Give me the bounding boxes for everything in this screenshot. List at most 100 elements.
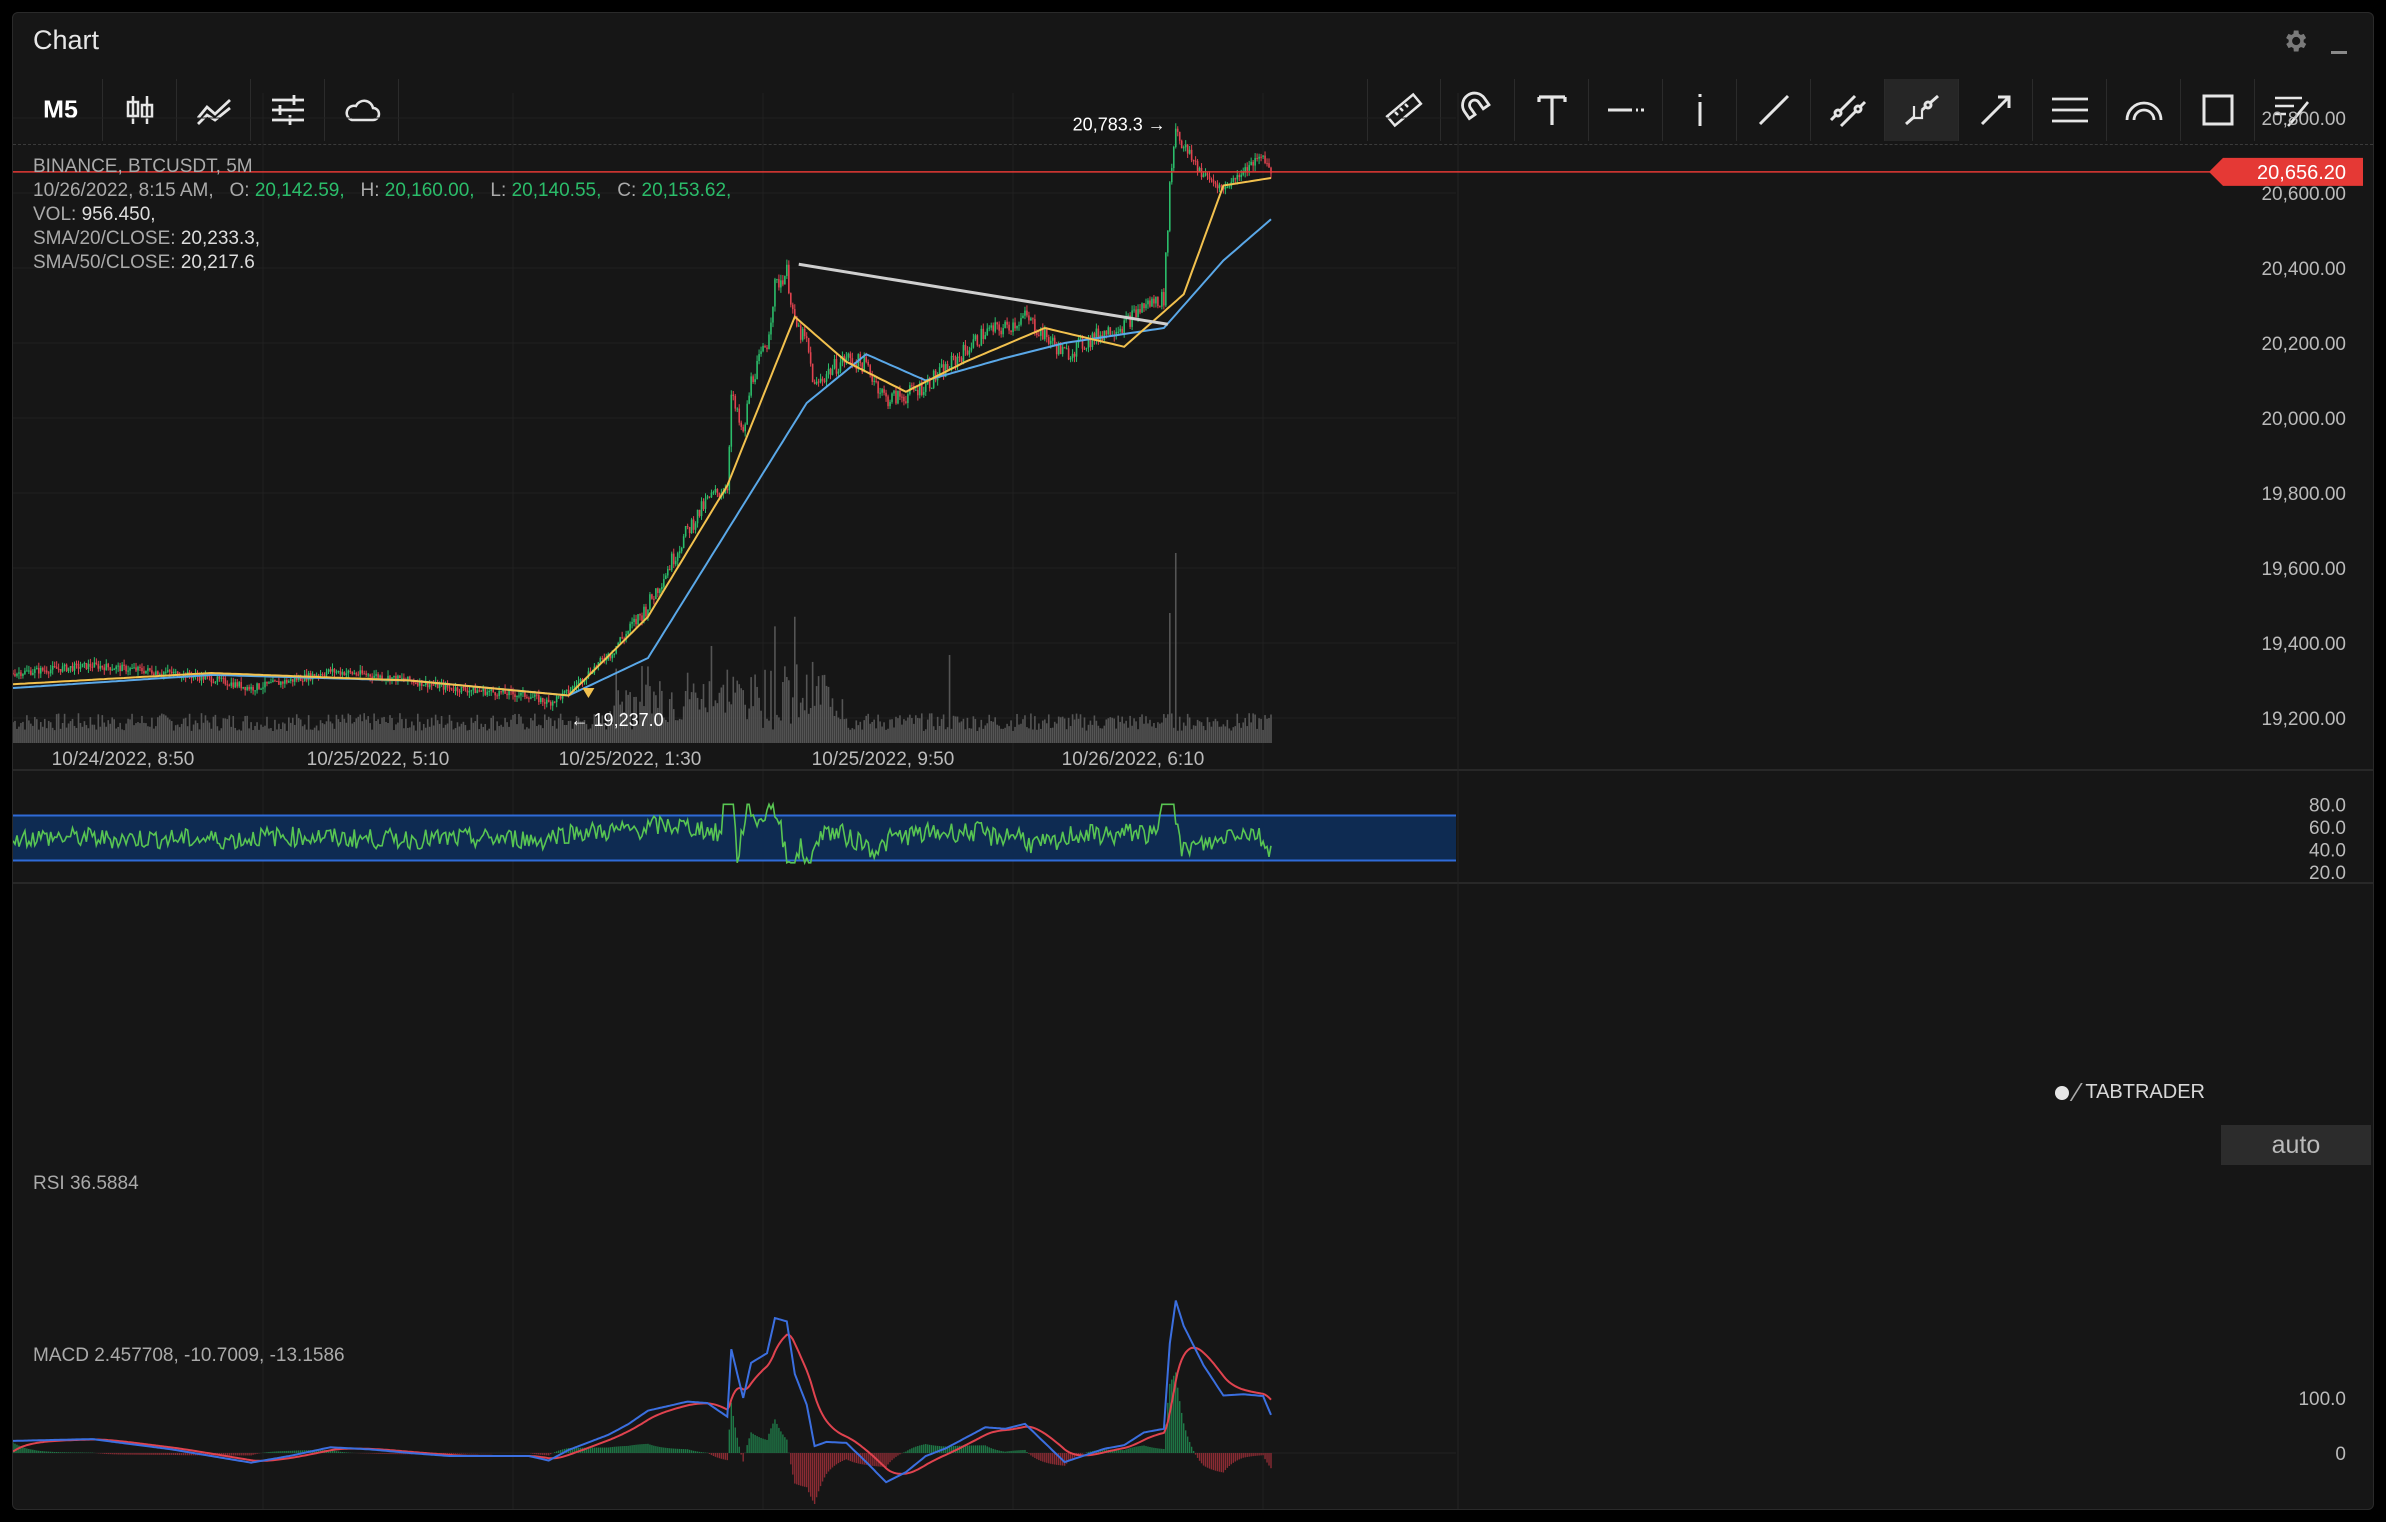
candle-body <box>1071 353 1074 359</box>
candle-body <box>107 663 110 668</box>
candle-body <box>61 666 64 672</box>
price-axis-tick: 20,200.00 <box>2261 334 2346 355</box>
candle-body <box>538 694 540 703</box>
volume-label: VOL: <box>33 204 77 225</box>
price-axis-tick: 19,600.00 <box>2261 559 2346 580</box>
candle-body <box>827 368 830 374</box>
candle-body <box>1032 318 1034 320</box>
candle-body <box>766 347 768 350</box>
candle-body <box>1204 173 1207 175</box>
candle-body <box>141 668 143 672</box>
candle-body <box>1196 161 1199 172</box>
rsi-axis-tick: 40.0 <box>2309 840 2346 861</box>
candle-body <box>665 575 667 580</box>
candle-body <box>232 682 235 688</box>
candle-body <box>264 681 266 688</box>
candle-body <box>244 686 246 691</box>
candle-body <box>1012 322 1014 333</box>
candle-body <box>551 701 554 706</box>
candle-body <box>643 606 645 621</box>
candle-body <box>1262 155 1264 157</box>
candle-body <box>432 684 435 686</box>
candle-body <box>1053 337 1056 345</box>
candle-body <box>369 674 371 677</box>
candle-body <box>950 355 953 369</box>
candle-body <box>55 666 58 669</box>
candle-body <box>982 328 985 339</box>
candle-body <box>462 687 465 689</box>
close-label: C: <box>617 180 637 201</box>
candle-body <box>1109 327 1112 336</box>
trend-line[interactable] <box>798 262 1169 326</box>
candle-body <box>101 665 104 668</box>
candle-body <box>83 662 86 664</box>
candle-body <box>85 662 88 670</box>
candle-body <box>242 686 244 689</box>
candle-body <box>163 672 165 675</box>
candle-body <box>1174 128 1177 147</box>
candle-body <box>30 670 32 675</box>
candle-body <box>639 614 641 616</box>
candle-body <box>399 675 401 679</box>
candle-body <box>1061 347 1064 355</box>
candle-body <box>337 671 340 673</box>
candle-body <box>756 360 758 380</box>
candle-body <box>865 357 868 362</box>
candle-body <box>448 687 451 689</box>
high-marker: 20,783.3 → <box>1073 114 1166 134</box>
candle-body <box>649 594 651 610</box>
candle-body <box>1008 324 1010 331</box>
brand-text: TABTRADER <box>2085 1081 2205 1103</box>
candle-body <box>708 496 711 498</box>
candle-body <box>77 663 80 669</box>
candle-body <box>168 670 171 672</box>
candle-body <box>361 670 364 674</box>
candle-body <box>557 696 560 698</box>
candle-body <box>268 682 270 684</box>
symbol-label: BINANCE, BTCUSDT, 5M <box>33 156 253 177</box>
candle-body <box>657 588 659 593</box>
candle-body <box>1147 300 1149 305</box>
candle-body <box>1161 292 1163 307</box>
candle-body <box>774 279 776 307</box>
candle-body <box>829 368 832 375</box>
candle-body <box>286 680 288 683</box>
candle-body <box>133 667 135 669</box>
candle-body <box>1212 179 1215 183</box>
candle-body <box>323 675 326 677</box>
chart-window: Chart M5 20,800.00 20,600.00 20,400.00 2… <box>12 12 2374 1510</box>
macd-axis-tick: 0 <box>2335 1444 2346 1465</box>
candle-body <box>174 671 177 673</box>
candle-body <box>784 276 786 285</box>
candle-body <box>851 358 854 365</box>
macd-axis-tick: 100.0 <box>2298 1389 2346 1410</box>
auto-scale-button[interactable]: auto <box>2221 1125 2371 1165</box>
candle-body <box>627 631 629 635</box>
candle-body <box>952 355 955 357</box>
candle-body <box>319 674 322 676</box>
candle-body <box>1264 155 1266 164</box>
ohlc-info: BINANCE, BTCUSDT, 5M 10/26/2022, 8:15 AM… <box>33 155 731 275</box>
candle-body <box>1258 156 1260 159</box>
candle-body <box>807 338 810 353</box>
candle-body <box>125 665 127 672</box>
price-axis-tick: 19,400.00 <box>2261 634 2346 655</box>
candle-body <box>883 389 885 393</box>
candle-body <box>474 686 477 693</box>
candle-body <box>1234 178 1237 180</box>
candle-body <box>984 335 987 339</box>
candle-body <box>694 523 697 530</box>
candle-body <box>653 598 655 600</box>
candle-body <box>702 501 705 509</box>
candle-body <box>131 668 133 670</box>
candle-body <box>353 673 356 675</box>
candle-body <box>379 675 381 678</box>
candle-body <box>486 691 489 695</box>
candle-body <box>873 380 875 382</box>
candle-body <box>540 698 542 703</box>
candle-body <box>452 689 455 691</box>
candle-body <box>1075 342 1078 357</box>
sma20-label: SMA/20/CLOSE: <box>33 228 176 249</box>
candle-body <box>329 669 332 672</box>
candle-body <box>1194 160 1197 162</box>
